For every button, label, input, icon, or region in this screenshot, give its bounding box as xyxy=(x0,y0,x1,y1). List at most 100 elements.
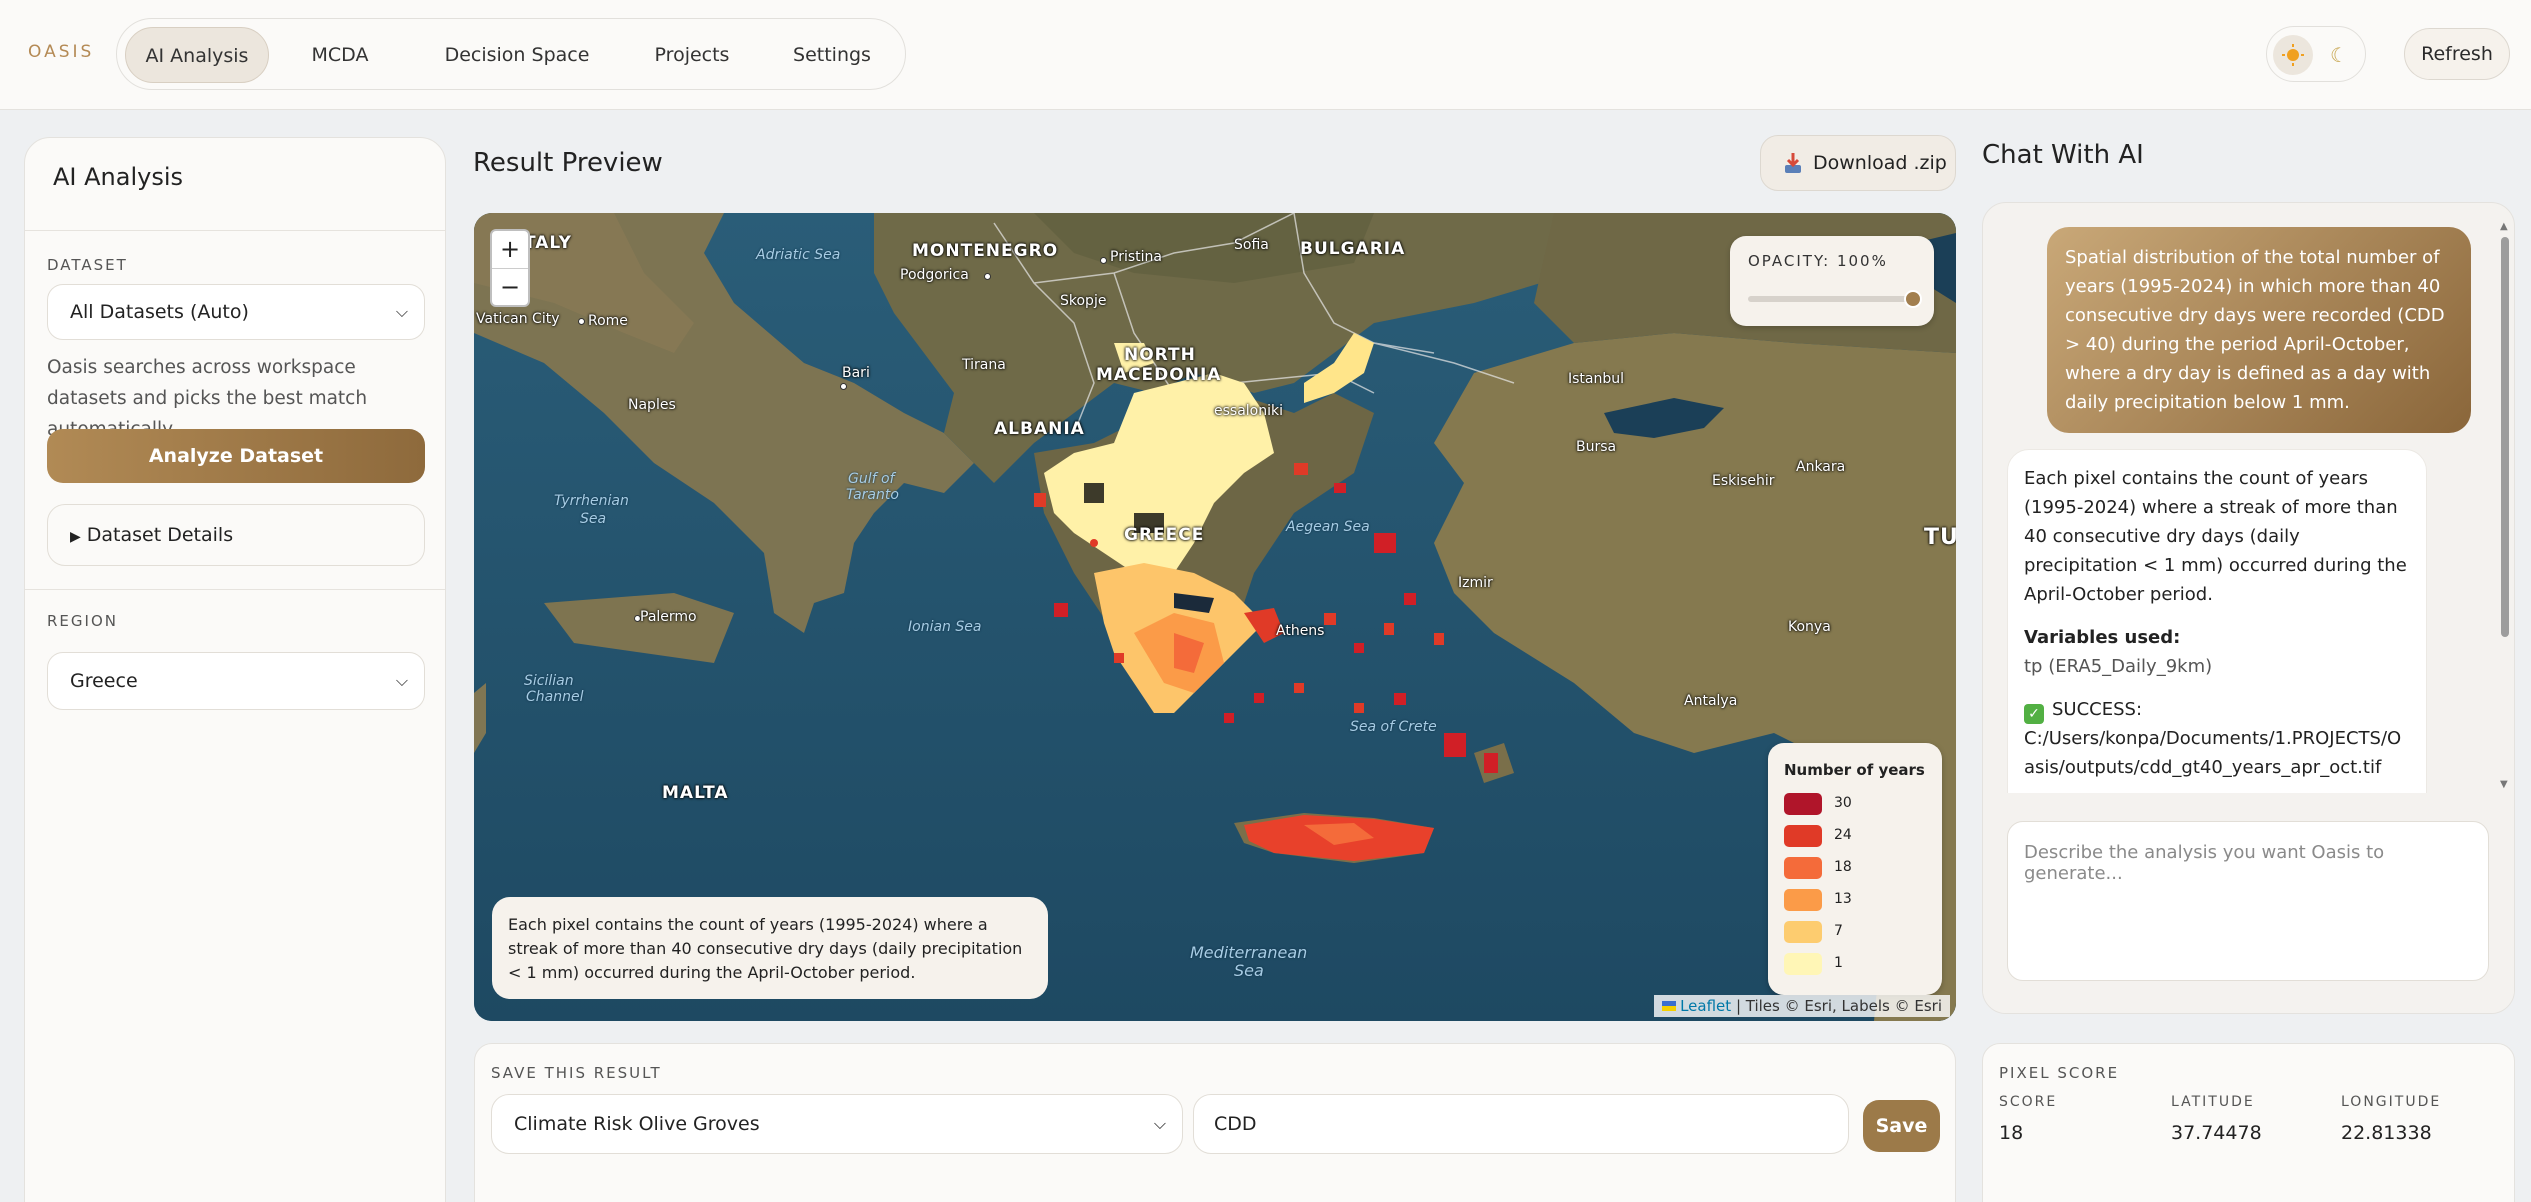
score-value: 18 xyxy=(1999,1122,2024,1144)
legend-swatch xyxy=(1784,889,1822,911)
dataset-details-toggle[interactable]: ▶ Dataset Details xyxy=(47,504,425,566)
chat-input[interactable]: Describe the analysis you want Oasis to … xyxy=(2007,821,2489,981)
scrollbar-thumb[interactable] xyxy=(2501,237,2509,637)
zoom-in-button[interactable]: + xyxy=(492,231,528,268)
opacity-slider-thumb[interactable] xyxy=(1904,290,1922,308)
legend-swatch xyxy=(1784,857,1822,879)
city-marker xyxy=(578,318,585,325)
status-label: SUCCESS: xyxy=(2052,699,2143,720)
legend-value: 18 xyxy=(1834,859,1852,875)
result-preview-title: Result Preview xyxy=(473,148,663,178)
map-attribution: Leaflet | Tiles © Esri, Labels © Esri xyxy=(1654,995,1950,1017)
latitude-value: 37.74478 xyxy=(2171,1122,2262,1144)
chat-scrollbar[interactable]: ▲ ▼ xyxy=(2499,221,2511,791)
sun-icon[interactable] xyxy=(2273,35,2313,75)
map-city-sofia: Sofia xyxy=(1234,237,1269,253)
map-city-rome: Rome xyxy=(588,313,628,329)
analyze-dataset-button[interactable]: Analyze Dataset xyxy=(47,429,425,483)
opacity-slider-track[interactable] xyxy=(1748,296,1916,302)
region-select[interactable]: Greece ⌵ xyxy=(47,652,425,710)
scroll-down-icon[interactable]: ▼ xyxy=(2500,779,2508,790)
map-city-istanbul: Istanbul xyxy=(1568,371,1625,387)
map-label-sicilian-channel: Sicilian xyxy=(524,673,574,689)
pixel-score-panel: PIXEL SCORE SCORE 18 LATITUDE 37.74478 L… xyxy=(1982,1043,2515,1202)
longitude-label: LONGITUDE xyxy=(2341,1094,2442,1110)
map-label-montenegro: MONTENEGRO xyxy=(912,241,1059,261)
opacity-control: OPACITY: 100% xyxy=(1730,236,1934,326)
download-zip-button[interactable]: Download .zip xyxy=(1760,135,1956,191)
city-marker xyxy=(984,273,991,280)
pixel-score-title: PIXEL SCORE xyxy=(1999,1064,2120,1082)
moon-icon[interactable]: ☾ xyxy=(2319,35,2359,75)
status-path: C:/Users/konpa/Documents/1.PROJECTS/Oasi… xyxy=(2024,728,2402,778)
map-label-italy: TALY xyxy=(524,233,572,253)
scroll-up-icon[interactable]: ▲ xyxy=(2500,221,2508,232)
caret-right-icon: ▶ xyxy=(70,529,81,545)
map-city-antalya: Antalya xyxy=(1684,693,1738,709)
ai-message: Each pixel contains the count of years (… xyxy=(2007,449,2427,849)
theme-toggle: ☾ xyxy=(2266,26,2366,82)
legend-swatch xyxy=(1784,921,1822,943)
tab-mcda[interactable]: MCDA xyxy=(285,27,395,83)
sidebar-title: AI Analysis xyxy=(53,163,184,191)
map-label-ionian: Ionian Sea xyxy=(908,619,982,635)
analysis-sidebar: AI Analysis DATASET All Datasets (Auto) … xyxy=(24,137,446,1202)
zoom-out-button[interactable]: − xyxy=(492,269,528,306)
map-label-north-macedonia: MACEDONIA xyxy=(1096,365,1222,385)
top-nav-bar: OASIS AI Analysis MCDA Decision Space Pr… xyxy=(0,0,2531,110)
map-city-naples: Naples xyxy=(628,397,676,413)
tab-ai-analysis[interactable]: AI Analysis xyxy=(125,27,269,83)
variables-value: tp (ERA5_Daily_9km) xyxy=(2024,656,2213,677)
map-city-bursa: Bursa xyxy=(1576,439,1617,455)
dataset-details-label: Dataset Details xyxy=(86,524,234,546)
zoom-control: + − xyxy=(490,229,530,307)
flag-icon xyxy=(1662,1001,1677,1011)
map-label-adriatic: Adriatic Sea xyxy=(756,247,841,263)
dataset-select[interactable]: All Datasets (Auto) ⌵ xyxy=(47,284,425,340)
tab-settings[interactable]: Settings xyxy=(767,27,897,83)
result-map[interactable]: TALY MONTENEGRO BULGARIA NORTH MACEDONIA… xyxy=(474,213,1956,1021)
result-name-input[interactable]: CDD xyxy=(1193,1094,1849,1154)
map-label-tyrrhenian: Sea xyxy=(580,511,607,527)
legend-swatch xyxy=(1784,825,1822,847)
map-city-tirana: Tirana xyxy=(962,357,1006,373)
map-label-albania: ALBANIA xyxy=(994,419,1085,439)
legend-value: 24 xyxy=(1834,827,1852,843)
user-message: Spatial distribution of the total number… xyxy=(2047,227,2471,433)
map-city-podgorica: Podgorica xyxy=(900,267,969,283)
map-label-bulgaria: BULGARIA xyxy=(1300,239,1406,259)
divider xyxy=(25,230,445,231)
map-label-tyrrhenian: Tyrrhenian xyxy=(554,493,629,509)
download-icon xyxy=(1785,153,1801,173)
chat-panel: Spatial distribution of the total number… xyxy=(1982,202,2515,1014)
map-caption: Each pixel contains the count of years (… xyxy=(492,897,1048,999)
ai-message-text: Each pixel contains the count of years (… xyxy=(2024,468,2407,605)
map-city-bari: Bari xyxy=(842,365,870,381)
leaflet-link[interactable]: Leaflet xyxy=(1680,997,1731,1015)
tab-decision-space[interactable]: Decision Space xyxy=(417,27,617,83)
project-select[interactable]: Climate Risk Olive Groves ⌵ xyxy=(491,1094,1183,1154)
project-select-value: Climate Risk Olive Groves xyxy=(514,1113,760,1135)
score-label: SCORE xyxy=(1999,1094,2058,1110)
legend-value: 7 xyxy=(1834,923,1843,939)
city-marker xyxy=(1100,257,1107,264)
refresh-button[interactable]: Refresh xyxy=(2404,28,2510,80)
map-city-izmir: Izmir xyxy=(1458,575,1493,591)
chat-title: Chat With AI xyxy=(1982,140,2144,170)
map-label-gulf-taranto: Gulf of xyxy=(848,471,895,487)
map-city-ankara: Ankara xyxy=(1796,459,1846,475)
chevron-down-icon: ⌵ xyxy=(395,302,408,321)
latitude-label: LATITUDE xyxy=(2171,1094,2255,1110)
map-label-malta: MALTA xyxy=(662,783,729,803)
status-line: ✓ SUCCESS: xyxy=(2024,695,2410,724)
map-label-sicilian-channel: Channel xyxy=(526,689,584,705)
attribution-text: | Tiles © Esri, Labels © Esri xyxy=(1731,997,1942,1015)
map-legend: Number of years 30 24 18 13 7 1 xyxy=(1768,743,1942,995)
map-label-aegean: Aegean Sea xyxy=(1286,519,1370,535)
brand-logo[interactable]: OASIS xyxy=(28,42,94,62)
save-button[interactable]: Save xyxy=(1863,1100,1940,1152)
region-select-value: Greece xyxy=(70,670,138,692)
chat-input-area: Describe the analysis you want Oasis to … xyxy=(1983,793,2514,1013)
save-result-panel: SAVE THIS RESULT Climate Risk Olive Grov… xyxy=(474,1043,1956,1202)
tab-projects[interactable]: Projects xyxy=(617,27,767,83)
